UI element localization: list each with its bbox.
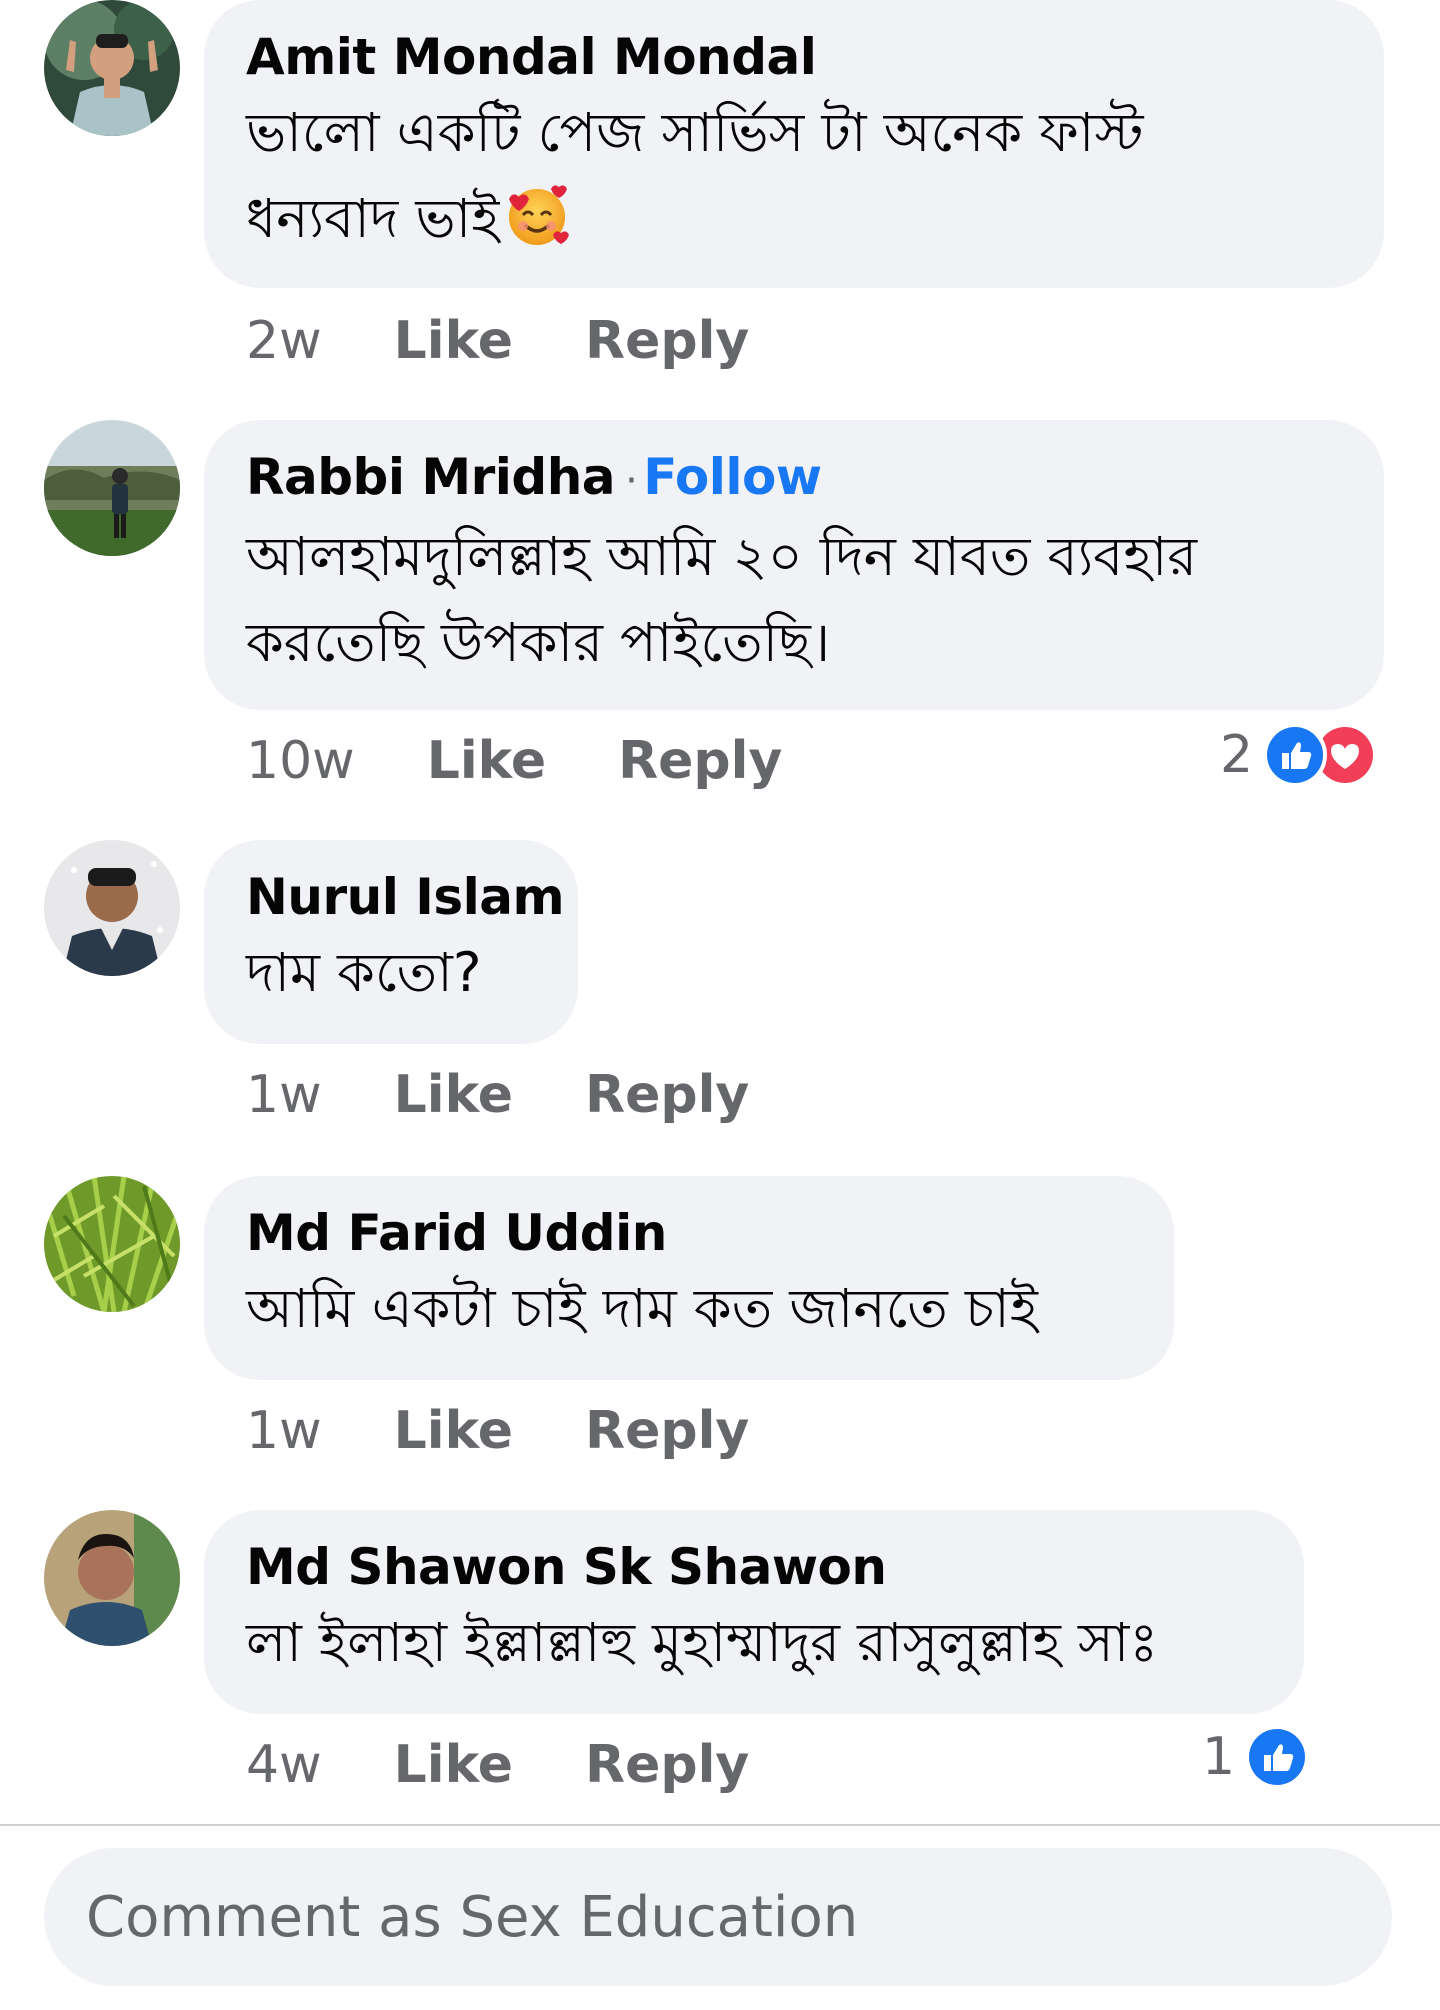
comment-timestamp[interactable]: 1w — [246, 1065, 322, 1125]
like-button[interactable]: Like — [394, 1065, 513, 1125]
comment-text: আলহামদুলিল্লাহ আমি ২০ দিন যাবত ব্যবহার ক… — [246, 514, 1340, 686]
comment-actions: 1w Like Reply — [246, 1396, 749, 1466]
like-icon — [1245, 1725, 1310, 1789]
comment-text-line: ভালো একটি পেজ সার্ভিস টা অনেক ফাস্ট — [246, 101, 1144, 164]
comment-bubble: Nurul Islam দাম কতো? — [204, 840, 578, 1044]
avatar[interactable] — [44, 0, 180, 136]
reaction-summary[interactable]: 1 — [1202, 1722, 1310, 1792]
comment-input[interactable]: Comment as Sex Education — [44, 1848, 1392, 1986]
comment-text: ভালো একটি পেজ সার্ভিস টা অনেক ফাস্ট ধন্য… — [246, 90, 1340, 262]
comment-text-line: আমি একটা চাই দাম কত জানতে চাই — [246, 1277, 1038, 1340]
avatar[interactable] — [44, 840, 180, 976]
comment-author[interactable]: Rabbi Mridha — [246, 448, 616, 506]
comment-author-row: Rabbi Mridha · Follow — [246, 444, 1340, 514]
comment-input-placeholder: Comment as Sex Education — [86, 1884, 859, 1950]
comment-timestamp[interactable]: 2w — [246, 311, 322, 371]
comment-actions: 10w Like Reply — [246, 726, 782, 796]
reaction-summary[interactable]: 2 — [1220, 720, 1378, 790]
comment-text-line: করতেছি উপকার পাইতেছি। — [246, 611, 831, 674]
comment-bubble: Md Farid Uddin আমি একটা চাই দাম কত জানতে… — [204, 1176, 1174, 1380]
divider — [0, 1824, 1440, 1826]
comment-text-line: ধন্যবাদ ভাই — [246, 176, 1340, 262]
comment-text: দাম কতো? — [246, 930, 534, 1016]
reply-button[interactable]: Reply — [585, 1735, 749, 1795]
reply-button[interactable]: Reply — [618, 731, 782, 791]
like-button[interactable]: Like — [394, 311, 513, 371]
comment-text-line: লা ইলাহা ইল্লাল্লাহু মুহাম্মাদুর রাসুলুল… — [246, 1611, 1159, 1674]
comment-actions: 4w Like Reply — [246, 1730, 749, 1800]
comment-text-fragment: ধন্যবাদ ভাই — [246, 187, 500, 250]
like-icon — [1263, 723, 1328, 787]
like-button[interactable]: Like — [394, 1735, 513, 1795]
comment-actions: 2w Like Reply — [246, 306, 749, 376]
comment-author[interactable]: Md Farid Uddin — [246, 1200, 1130, 1266]
comment-timestamp[interactable]: 1w — [246, 1401, 322, 1461]
comment-text: আমি একটা চাই দাম কত জানতে চাই — [246, 1266, 1130, 1352]
follow-button[interactable]: Follow — [643, 448, 822, 506]
comment-bubble: Amit Mondal Mondal ভালো একটি পেজ সার্ভিস… — [204, 0, 1384, 288]
smiling-face-with-hearts-icon — [509, 185, 570, 245]
comment-author[interactable]: Nurul Islam — [246, 864, 565, 930]
comment-text-line: দাম কতো? — [246, 941, 482, 1004]
reaction-count: 1 — [1202, 1727, 1236, 1787]
reply-button[interactable]: Reply — [585, 1065, 749, 1125]
avatar[interactable] — [44, 1510, 180, 1646]
avatar[interactable] — [44, 1176, 180, 1312]
comment-bubble: Md Shawon Sk Shawon লা ইলাহা ইল্লাল্লাহু… — [204, 1510, 1304, 1714]
comment-author[interactable]: Amit Mondal Mondal — [246, 24, 1340, 90]
comment-text: লা ইলাহা ইল্লাল্লাহু মুহাম্মাদুর রাসুলুল… — [246, 1600, 1260, 1686]
avatar[interactable] — [44, 420, 180, 556]
comment-text-line: আলহামদুলিল্লাহ আমি ২০ দিন যাবত ব্যবহার — [246, 525, 1198, 588]
separator-dot: · — [625, 458, 638, 504]
like-button[interactable]: Like — [394, 1401, 513, 1461]
comment-author[interactable]: Md Shawon Sk Shawon — [246, 1534, 1260, 1600]
comment-timestamp[interactable]: 10w — [246, 731, 355, 791]
comment-actions: 1w Like Reply — [246, 1060, 749, 1130]
comment-timestamp[interactable]: 4w — [246, 1735, 322, 1795]
reply-button[interactable]: Reply — [585, 1401, 749, 1461]
reply-button[interactable]: Reply — [585, 311, 749, 371]
comment-bubble: Rabbi Mridha · Follow আলহামদুলিল্লাহ আমি ২… — [204, 420, 1384, 710]
like-button[interactable]: Like — [427, 731, 546, 791]
reaction-count: 2 — [1220, 725, 1254, 785]
